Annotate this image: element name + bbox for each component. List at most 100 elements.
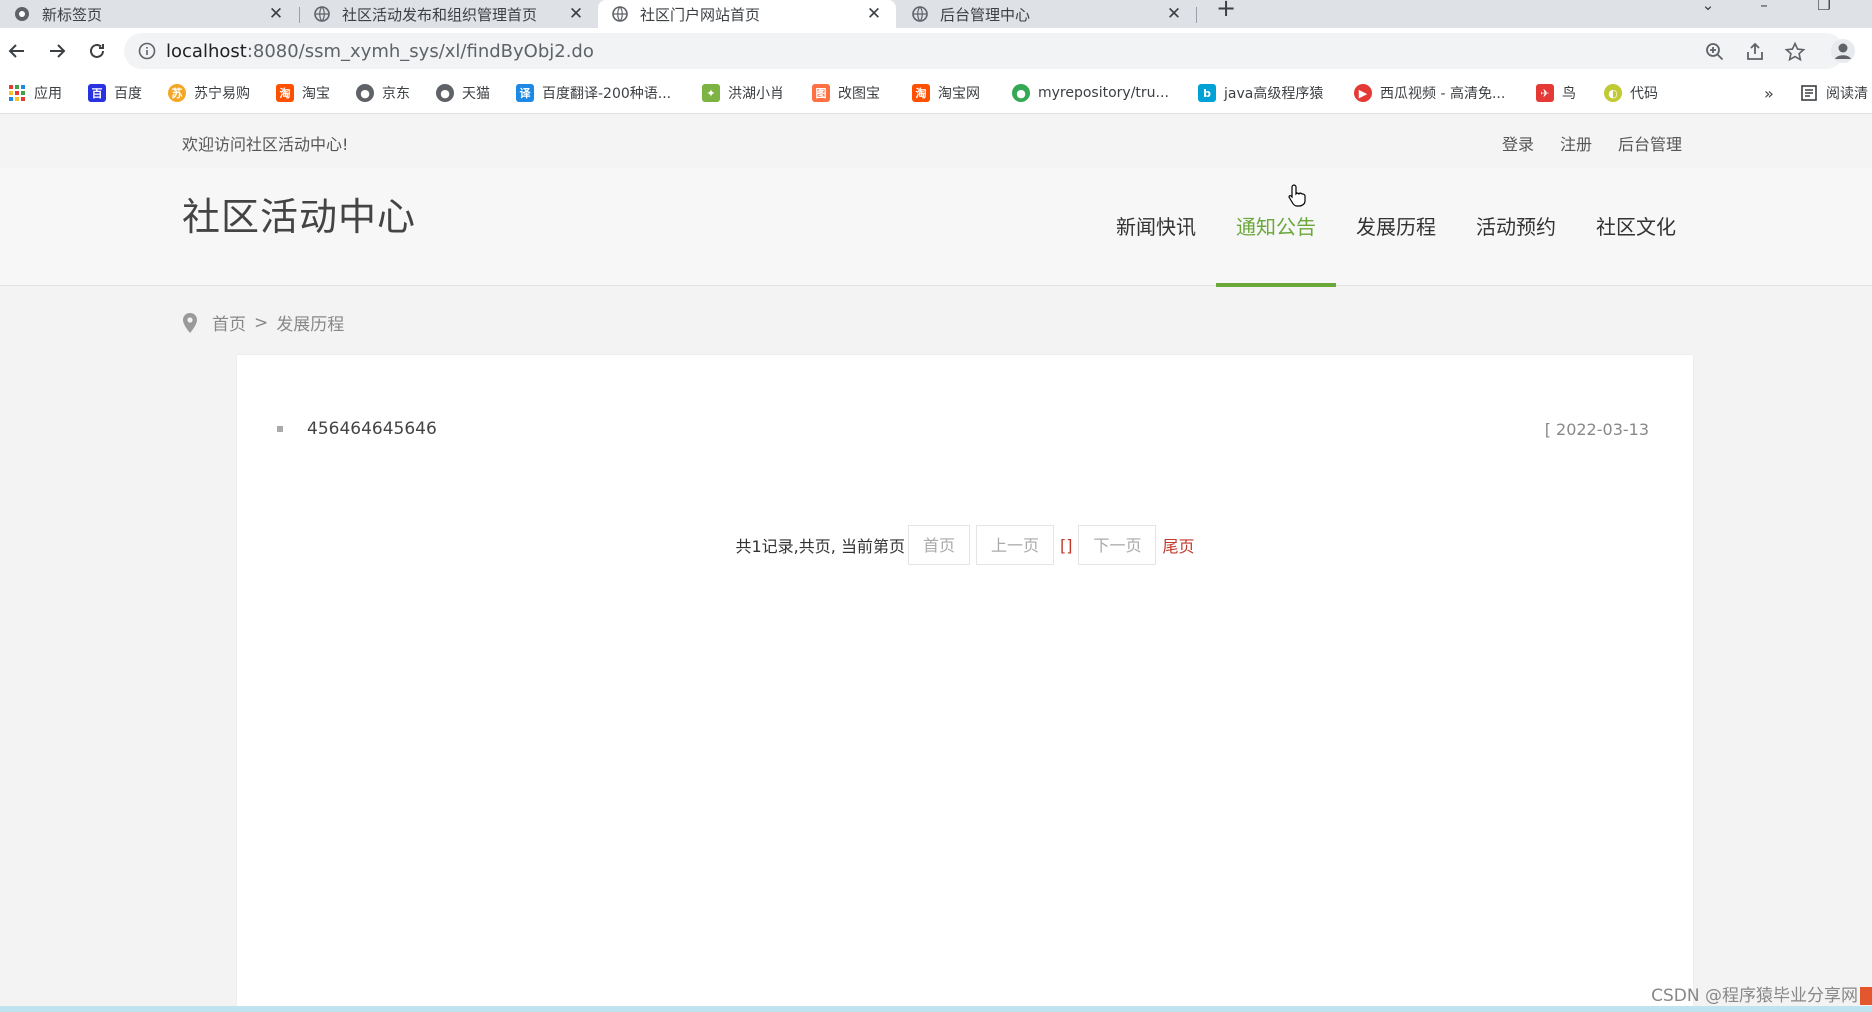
bottom-strip <box>0 1006 1872 1012</box>
globe-icon <box>912 6 928 22</box>
first-page-button[interactable]: 首页 <box>907 525 970 565</box>
item-date: [ 2022-03-13 <box>1544 419 1649 439</box>
chrome-icon <box>15 7 29 21</box>
browser-tab[interactable]: 社区活动发布和组织管理首页 ✕ <box>300 0 598 28</box>
star-icon[interactable] <box>1784 41 1806 63</box>
admin-link[interactable]: 后台管理 <box>1618 131 1682 155</box>
bookmark-java[interactable]: b java高级程序猿 <box>1198 82 1323 104</box>
watermark-text: CSDN @程序猿毕业分享网 <box>1651 986 1858 1006</box>
tab-title: 社区门户网站首页 <box>640 5 761 24</box>
hand-cursor-icon <box>1288 184 1306 207</box>
browser-tab-active[interactable]: 社区门户网站首页 ✕ <box>598 0 896 28</box>
site-logo[interactable]: 社区活动中心 <box>182 186 416 241</box>
bookmark-label: myrepository/tru... <box>1038 85 1169 101</box>
pagination: 共1记录,共页, 当前第页 首页 上一页 [] 下一页 尾页 <box>237 525 1693 565</box>
reload-icon <box>90 43 104 58</box>
close-icon[interactable]: ✕ <box>864 4 884 24</box>
back-button[interactable] <box>2 36 32 66</box>
login-link[interactable]: 登录 <box>1502 131 1534 155</box>
nav-item-notices[interactable]: 通知公告 <box>1216 168 1336 287</box>
bookmark-suning[interactable]: 苏 苏宁易购 <box>168 82 250 104</box>
site-topbar: 欢迎访问社区活动中心! 登录 注册 后台管理 <box>0 114 1872 168</box>
bilibili-icon: b <box>1198 84 1216 102</box>
nav-item-history[interactable]: 发展历程 <box>1336 168 1456 286</box>
browser-tabstrip: 新标签页 ✕ 社区活动发布和组织管理首页 ✕ 社区门户网站首页 ✕ 后台管理中心… <box>0 0 1872 28</box>
info-icon[interactable] <box>138 42 156 60</box>
bookmarks-bar: 应用 百 百度 苏 苏宁易购 淘 淘宝 ● 京东 ● 天猫 译 百度翻译-200… <box>0 74 1872 114</box>
tab-search-icon[interactable]: ⌄ <box>1688 0 1728 28</box>
bookmark-apps[interactable]: 应用 <box>8 82 62 104</box>
site-header: 社区活动中心 新闻快讯 通知公告 发展历程 活动预约 社区文化 <box>0 168 1872 287</box>
url-host: localhost <box>166 41 247 62</box>
breadcrumb-separator: > <box>254 312 269 333</box>
profile-avatar-icon[interactable] <box>1830 38 1856 64</box>
bookmark-myrepository[interactable]: ● myrepository/tru... <box>1012 82 1169 104</box>
forward-button[interactable] <box>42 36 72 66</box>
bookmarks-overflow-button[interactable]: » <box>1764 82 1774 104</box>
bookmark-label: 鸟 <box>1562 86 1576 102</box>
url-path: :8080/ssm_xymh_sys/xl/findByObj2.do <box>246 41 594 62</box>
zoom-icon[interactable] <box>1704 41 1726 63</box>
register-link[interactable]: 注册 <box>1560 131 1592 155</box>
gaitubao-icon: 图 <box>812 84 830 102</box>
bookmark-taobao[interactable]: 淘 淘宝 <box>276 82 330 104</box>
nav-item-booking[interactable]: 活动预约 <box>1456 168 1576 286</box>
share-icon[interactable] <box>1744 41 1766 63</box>
close-icon[interactable]: ✕ <box>266 4 286 24</box>
baidu-icon: 百 <box>88 84 106 102</box>
next-page-button[interactable]: 下一页 <box>1078 525 1157 565</box>
browser-tab[interactable]: 新标签页 ✕ <box>0 0 298 28</box>
tab-title: 新标签页 <box>42 5 103 24</box>
bookmark-jd[interactable]: ● 京东 <box>356 82 410 104</box>
watermark: CSDN @程序猿毕业分享网 <box>1651 981 1872 1006</box>
reading-list-label: 阅读清 <box>1826 86 1868 102</box>
arrow-right-icon <box>50 44 66 58</box>
breadcrumb-current: 发展历程 <box>276 315 345 335</box>
bookmark-gaitubao[interactable]: 图 改图宝 <box>812 82 880 104</box>
item-title-link[interactable]: 456464645646 <box>307 419 1545 439</box>
prev-page-button[interactable]: 上一页 <box>975 525 1054 565</box>
address-bar[interactable]: localhost:8080/ssm_xymh_sys/xl/findByObj… <box>124 33 1844 69</box>
bookmark-label: 天猫 <box>462 86 490 102</box>
bookmark-taobao-net[interactable]: 淘 淘宝网 <box>912 82 980 104</box>
tab-title: 社区活动发布和组织管理首页 <box>342 5 538 24</box>
nav-item-news[interactable]: 新闻快讯 <box>1096 168 1216 286</box>
bookmark-honghu[interactable]: ✦ 洪湖小肖 <box>702 82 784 104</box>
reading-list-button[interactable]: 阅读清 <box>1800 82 1868 104</box>
bookmark-label: 淘宝 <box>302 86 330 102</box>
bird-icon: ✦ <box>702 84 720 102</box>
pagination-summary: 共1记录,共页, 当前第页 <box>735 537 905 556</box>
reading-list-icon <box>1801 85 1817 101</box>
bookmark-label: java高级程序猿 <box>1224 86 1324 102</box>
content-panel: 456464645646 [ 2022-03-13 共1记录,共页, 当前第页 … <box>236 354 1694 1012</box>
breadcrumb-home[interactable]: 首页 <box>212 310 246 335</box>
bookmark-tmall[interactable]: ● 天猫 <box>436 82 490 104</box>
bookmark-baidu-translate[interactable]: 译 百度翻译-200种语... <box>516 82 671 104</box>
last-page-link[interactable]: 尾页 <box>1162 533 1194 557</box>
close-icon[interactable]: ✕ <box>566 4 586 24</box>
apps-icon <box>8 84 26 102</box>
bookmark-label: 百度 <box>114 86 142 102</box>
nav-item-culture[interactable]: 社区文化 <box>1576 168 1696 286</box>
bookmark-label: 京东 <box>382 86 410 102</box>
url-text[interactable]: localhost:8080/ssm_xymh_sys/xl/findByObj… <box>166 41 594 62</box>
globe-icon <box>612 6 628 22</box>
breadcrumb: 首页 > 发展历程 <box>182 310 344 335</box>
globe-icon: ● <box>356 84 374 102</box>
bookmark-xigua[interactable]: ▶ 西瓜视频 - 高清免... <box>1354 82 1505 104</box>
restore-icon[interactable]: ❐ <box>1804 0 1844 28</box>
bookmark-label: 应用 <box>34 86 62 102</box>
new-tab-button[interactable]: + <box>1212 0 1240 28</box>
browser-tab[interactable]: 后台管理中心 ✕ <box>898 0 1196 28</box>
bookmark-bird[interactable]: ✈ 鸟 <box>1536 82 1576 104</box>
suning-icon: 苏 <box>168 84 186 102</box>
globe-icon <box>314 6 330 22</box>
top-links: 登录 注册 后台管理 <box>1502 131 1682 155</box>
location-pin-icon <box>183 312 197 333</box>
close-icon[interactable]: ✕ <box>1164 4 1184 24</box>
bookmark-code[interactable]: ◐ 代码 <box>1604 82 1658 104</box>
bookmark-baidu[interactable]: 百 百度 <box>88 82 142 104</box>
tab-title: 后台管理中心 <box>940 5 1031 24</box>
minimize-icon[interactable]: – <box>1744 0 1784 28</box>
reload-button[interactable] <box>82 36 112 66</box>
